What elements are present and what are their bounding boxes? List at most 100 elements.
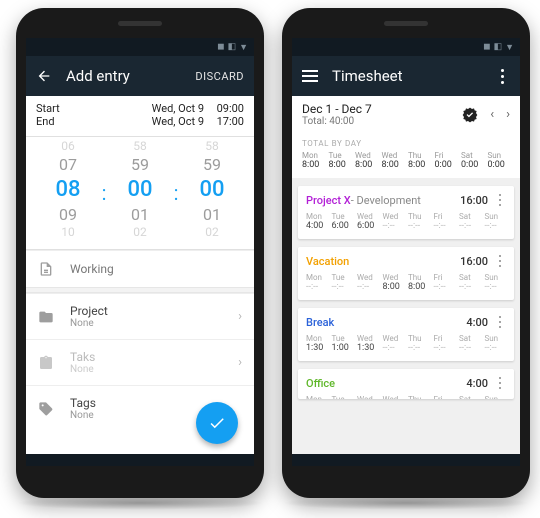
end-date: Wed, Oct 9 xyxy=(130,115,204,128)
row-value: None xyxy=(70,410,96,421)
card-name: Break xyxy=(306,316,334,329)
wheel-seconds[interactable]: 58 59 00 01 02 xyxy=(186,139,238,247)
next-week-button[interactable]: › xyxy=(506,107,510,122)
wheel-sep: : xyxy=(100,139,108,247)
card-day: Tue1:00 xyxy=(332,334,354,353)
wheel-hours[interactable]: 06 07 08 09 10 xyxy=(42,139,94,247)
card-day: Tue xyxy=(332,395,354,399)
totals-by-day: TOTAL BY DAY Mon8:00Tue8:00Wed8:00Wed8:0… xyxy=(292,133,520,178)
row-label: Tags xyxy=(70,396,96,410)
day-col: Tue8:00 xyxy=(329,151,352,170)
card-day: Thu8:00 xyxy=(408,273,430,292)
date-range: Dec 1 - Dec 7 xyxy=(302,102,372,116)
phone-speaker xyxy=(118,21,162,26)
card-total: 4:00 xyxy=(466,316,488,329)
appbar: Add entry DISCARD xyxy=(26,56,254,96)
start-time: 09:00 xyxy=(204,102,244,115)
appbar-title: Add entry xyxy=(66,67,195,85)
card-day: Tue6:00 xyxy=(332,212,354,231)
day-col: Sun0:00 xyxy=(488,151,511,170)
row-task[interactable]: Taks None › xyxy=(26,339,254,385)
range-bar: Dec 1 - Dec 7 Total: 40:00 ‹ › xyxy=(292,96,520,133)
card-day: Thu xyxy=(408,395,430,399)
card-day: Sun--:-- xyxy=(485,334,507,353)
card-day: Fri--:-- xyxy=(434,212,456,231)
wheel-sep: : xyxy=(172,139,180,247)
row-working[interactable]: Working xyxy=(26,250,254,287)
phone-timesheet: ◼ ◧ ▼ Timesheet Dec 1 - Dec 7 Total: 40:… xyxy=(282,8,530,498)
back-icon[interactable] xyxy=(36,68,52,84)
card-day: Wed6:00 xyxy=(357,212,379,231)
card-day: Fri--:-- xyxy=(434,334,456,353)
card-menu-icon[interactable] xyxy=(494,315,506,329)
status-icon: ◼ xyxy=(483,42,490,52)
clipboard-icon xyxy=(38,355,54,371)
menu-icon[interactable] xyxy=(302,68,318,84)
card-day: Mon1:30 xyxy=(306,334,328,353)
card-day: Wed8:00 xyxy=(383,273,405,292)
card-day: Wed xyxy=(357,395,379,399)
content: Start Wed, Oct 9 09:00 End Wed, Oct 9 17… xyxy=(26,96,254,454)
timesheet-card[interactable]: Office4:00MonTueWedWedThuFriSatSun xyxy=(298,369,514,399)
timesheet-card[interactable]: Vacation16:00Mon--:--Tue--:--Wed--:--Wed… xyxy=(298,247,514,300)
card-menu-icon[interactable] xyxy=(494,193,506,207)
phone-add-entry: ◼ ◧ ▼ Add entry DISCARD Start Wed, Oct 9… xyxy=(16,8,264,498)
cards: Project X - Development16:00Mon4:00Tue6:… xyxy=(292,178,520,407)
card-day: Sat--:-- xyxy=(459,273,481,292)
card-day: Fri--:-- xyxy=(434,273,456,292)
card-menu-icon[interactable] xyxy=(494,254,506,268)
note-icon xyxy=(38,261,54,277)
row-label: Working xyxy=(70,262,114,276)
tag-icon xyxy=(38,401,54,417)
totals-label: TOTAL BY DAY xyxy=(302,139,510,148)
row-value: None xyxy=(70,318,108,329)
time-wheel[interactable]: 06 07 08 09 10 : 58 59 00 01 02 : 58 5 xyxy=(26,137,254,250)
day-col: Thu8:00 xyxy=(408,151,431,170)
verified-icon[interactable] xyxy=(462,107,478,123)
overflow-icon[interactable] xyxy=(494,68,510,84)
card-day: Sun--:-- xyxy=(485,273,507,292)
start-end[interactable]: Start Wed, Oct 9 09:00 End Wed, Oct 9 17… xyxy=(26,96,254,137)
timesheet-card[interactable]: Project X - Development16:00Mon4:00Tue6:… xyxy=(298,186,514,239)
card-day: Wed--:-- xyxy=(357,273,379,292)
day-col: Fri0:00 xyxy=(435,151,458,170)
day-col: Wed8:00 xyxy=(355,151,378,170)
timesheet-card[interactable]: Break4:00Mon1:30Tue1:00Wed1:30Wed--:--Th… xyxy=(298,308,514,361)
card-day: Wed xyxy=(383,395,405,399)
status-icon: ◼ xyxy=(217,42,224,52)
wheel-minutes[interactable]: 58 59 00 01 02 xyxy=(114,139,166,247)
card-day: Tue--:-- xyxy=(332,273,354,292)
card-day: Wed--:-- xyxy=(383,334,405,353)
status-icon: ◧ xyxy=(228,42,237,52)
row-project[interactable]: Project None › xyxy=(26,293,254,339)
card-day: Mon4:00 xyxy=(306,212,328,231)
confirm-fab[interactable] xyxy=(196,402,238,444)
card-day: Mon--:-- xyxy=(306,273,328,292)
card-day: Wed1:30 xyxy=(357,334,379,353)
card-day: Sat--:-- xyxy=(459,334,481,353)
card-day: Thu--:-- xyxy=(408,212,430,231)
phone-speaker xyxy=(384,21,428,26)
appbar-title: Timesheet xyxy=(332,67,494,85)
discard-button[interactable]: DISCARD xyxy=(195,70,244,83)
end-time: 17:00 xyxy=(204,115,244,128)
card-menu-icon[interactable] xyxy=(494,376,506,390)
day-col: Mon8:00 xyxy=(302,151,325,170)
status-bar: ◼ ◧ ▼ xyxy=(26,38,254,56)
day-col: Sat0:00 xyxy=(461,151,484,170)
card-total: 4:00 xyxy=(466,377,488,390)
card-day: Sat xyxy=(459,395,481,399)
card-name: Office xyxy=(306,377,335,390)
card-name: Vacation xyxy=(306,255,349,268)
range-total: Total: 40:00 xyxy=(302,116,372,127)
status-bar: ◼ ◧ ▼ xyxy=(292,38,520,56)
card-name: Project X xyxy=(306,194,351,207)
folder-icon xyxy=(38,309,54,325)
prev-week-button[interactable]: ‹ xyxy=(490,107,494,122)
card-day: Sun xyxy=(485,395,507,399)
start-date: Wed, Oct 9 xyxy=(130,102,204,115)
status-icon: ▼ xyxy=(505,42,514,53)
appbar: Timesheet xyxy=(292,56,520,96)
status-icon: ▼ xyxy=(239,42,248,53)
card-day: Mon xyxy=(306,395,328,399)
